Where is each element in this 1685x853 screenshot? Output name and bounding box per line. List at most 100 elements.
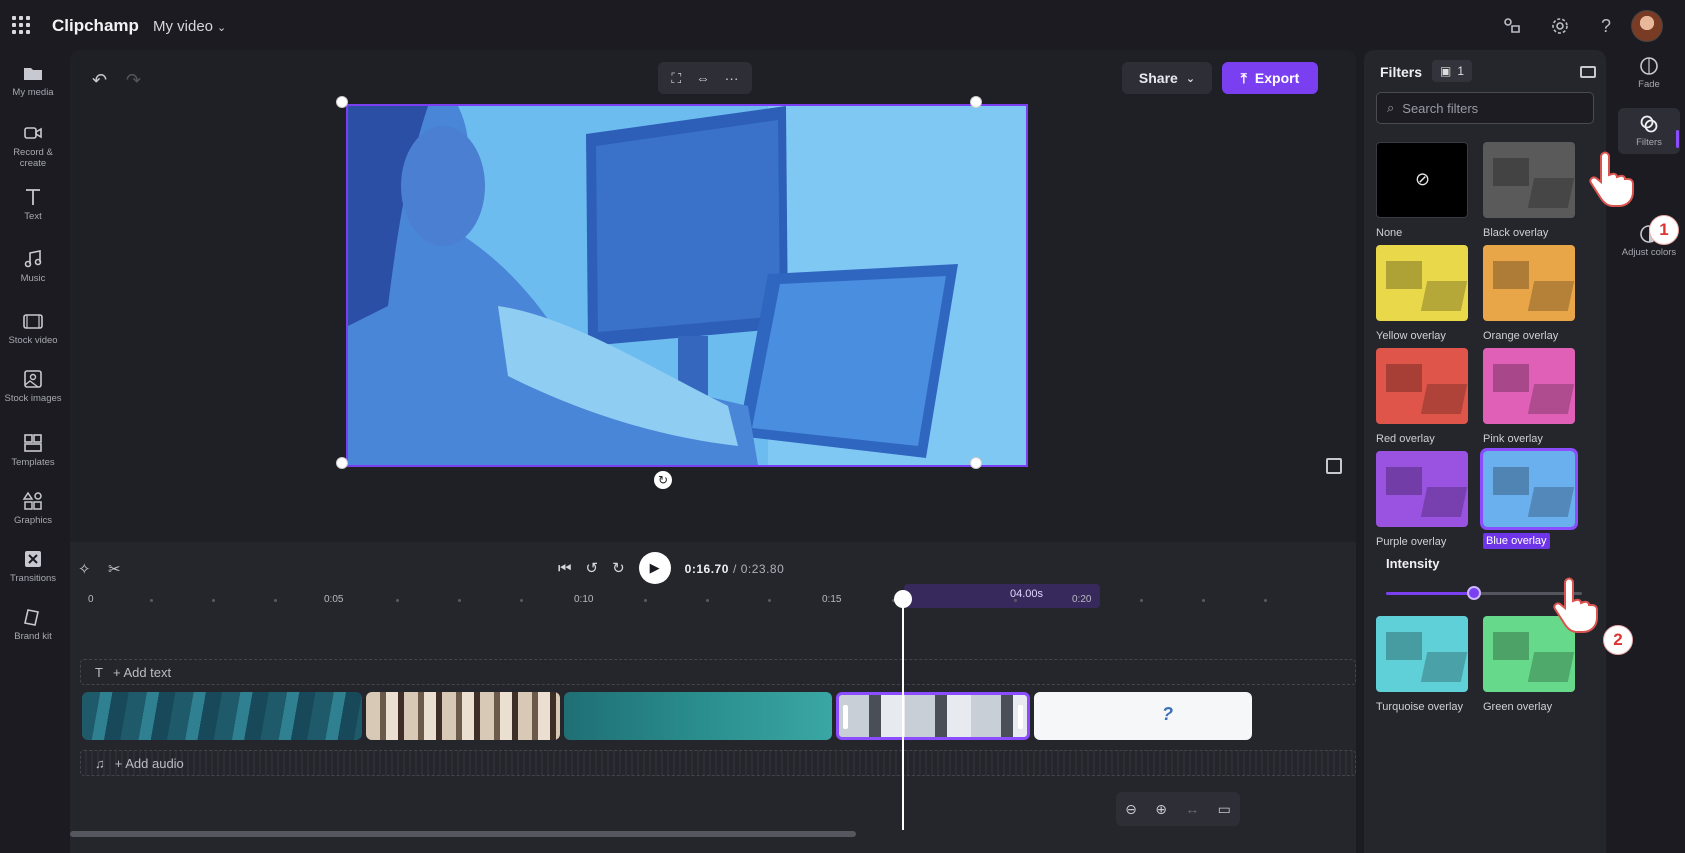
fit-timeline-icon[interactable]: ↔ xyxy=(1185,801,1199,817)
sidebar-item-graphics[interactable]: Graphics xyxy=(0,490,66,526)
rotate-icon[interactable]: ↻ xyxy=(654,471,672,489)
rewind-5-icon[interactable]: ↺ xyxy=(586,559,599,577)
export-label: Export xyxy=(1254,70,1300,86)
redo-icon[interactable]: ↷ xyxy=(126,70,141,91)
clip-graphic-icon: ? xyxy=(1162,704,1173,724)
ruler-tick: 0:10 xyxy=(574,594,594,605)
filter-label: Black overlay xyxy=(1483,227,1549,239)
settings-icon[interactable] xyxy=(1548,14,1572,38)
sidebar-item-text[interactable]: Text xyxy=(0,186,66,222)
more-options-icon[interactable]: ··· xyxy=(725,70,739,86)
timeline-scrollbar[interactable] xyxy=(70,831,856,837)
video-title-dropdown[interactable]: My video ⌄ xyxy=(153,18,226,35)
clipchamp-app: Clipchamp My video ⌄ ? My media Record & … xyxy=(0,0,1685,853)
clip-whats-next[interactable]: ? xyxy=(1034,692,1252,740)
add-audio-track[interactable]: ♫ + Add audio xyxy=(80,750,1356,776)
intensity-slider-thumb[interactable] xyxy=(1467,586,1482,600)
rail-item-filters[interactable]: Filters xyxy=(1618,108,1680,154)
feedback-icon[interactable] xyxy=(1500,14,1524,38)
filter-orange-overlay[interactable]: Orange overlay xyxy=(1483,245,1575,342)
filter-pink-overlay[interactable]: Pink overlay xyxy=(1483,348,1575,445)
filter-purple-overlay[interactable]: Purple overlay xyxy=(1376,451,1468,548)
resize-handle-top-right[interactable] xyxy=(970,96,982,108)
filter-red-overlay[interactable]: Red overlay xyxy=(1376,348,1468,445)
sidebar-item-my-media[interactable]: My media xyxy=(0,62,66,98)
filter-thumbnail xyxy=(1480,448,1578,530)
sidebar-item-label: My media xyxy=(12,87,54,98)
intensity-label: Intensity xyxy=(1386,556,1440,571)
filter-label: Purple overlay xyxy=(1376,536,1447,548)
preview-stage: ↶ ↷ ⛶ ⇔ ··· Share ⌄ ⤒ Export ↻ xyxy=(70,50,1356,542)
zoom-out-icon[interactable]: ⊖ xyxy=(1125,801,1137,818)
video-preview[interactable] xyxy=(346,104,1028,467)
sidebar-item-label: Graphics xyxy=(13,515,52,526)
fullscreen-icon[interactable] xyxy=(1326,458,1342,474)
help-icon[interactable]: ? xyxy=(1594,14,1618,38)
video-track: ? xyxy=(82,692,1356,740)
sidebar-item-brand-kit[interactable]: Brand kit xyxy=(0,606,66,642)
rail-item-label: Adjust colors xyxy=(1621,247,1677,258)
filter-black-overlay[interactable]: Black overlay xyxy=(1483,142,1575,239)
trim-handle-left[interactable] xyxy=(843,705,848,729)
clip-selected-laptop[interactable] xyxy=(836,692,1030,740)
ruler-tick: 0:15 xyxy=(822,594,842,605)
shapes-icon xyxy=(22,491,42,510)
filter-label: Green overlay xyxy=(1483,701,1553,713)
resize-handle-bottom-left[interactable] xyxy=(336,457,348,469)
timeline-ruler[interactable]: 0 0:05 0:10 0:15 0:20 xyxy=(88,590,1356,610)
playhead-handle[interactable] xyxy=(894,590,912,608)
pointer-hand-icon xyxy=(1589,151,1634,207)
clip-teal-graph[interactable] xyxy=(564,692,832,740)
sidebar-item-templates[interactable]: Templates xyxy=(0,432,66,468)
clip-crowd[interactable] xyxy=(366,692,560,740)
trim-handle-right[interactable] xyxy=(1018,705,1023,729)
share-button[interactable]: Share ⌄ xyxy=(1122,62,1212,94)
filter-yellow-overlay[interactable]: Yellow overlay xyxy=(1376,245,1468,342)
crop-icon[interactable]: ⛶ xyxy=(671,70,681,87)
filter-none[interactable]: ⊘ None xyxy=(1376,142,1468,239)
playback-controls: ⏮ ↺ ↻ ▶ 0:16.70 / 0:23.80 xyxy=(558,552,784,584)
sidebar-item-label: Music xyxy=(20,273,46,284)
filter-turquoise-overlay[interactable]: Turquoise overlay xyxy=(1376,616,1468,713)
sidebar-item-label: Transitions xyxy=(9,573,57,584)
fit-icon[interactable]: ⇔ xyxy=(696,70,710,86)
add-text-track[interactable]: T + Add text xyxy=(80,659,1356,685)
sidebar-item-stock-video[interactable]: Stock video xyxy=(0,310,66,346)
collapse-panel-icon[interactable] xyxy=(1580,66,1596,78)
avatar[interactable] xyxy=(1631,10,1663,42)
export-button[interactable]: ⤒ Export xyxy=(1222,62,1318,94)
filter-thumbnail: ⊘ xyxy=(1376,142,1468,218)
sidebar-item-label: Stock video xyxy=(8,335,58,346)
folder-icon xyxy=(24,68,42,80)
resize-handle-bottom-right[interactable] xyxy=(970,457,982,469)
zoom-controls: ⊖ ⊕ ↔ ▭ xyxy=(1116,792,1240,826)
camera-icon xyxy=(24,127,42,139)
search-input[interactable] xyxy=(1402,100,1573,116)
sidebar-item-music[interactable]: Music xyxy=(0,248,66,284)
total-time: / 0:23.80 xyxy=(733,561,785,576)
sidebar-item-stock-images[interactable]: Stock images xyxy=(0,368,66,404)
playhead[interactable] xyxy=(902,594,904,830)
text-icon: T xyxy=(95,664,103,680)
filter-blue-overlay[interactable]: Blue overlay xyxy=(1480,448,1578,549)
play-button[interactable]: ▶ xyxy=(638,552,671,584)
skip-to-start-icon[interactable]: ⏮ xyxy=(558,560,572,577)
app-launcher-icon[interactable] xyxy=(12,16,30,34)
clip-ocean-waves[interactable] xyxy=(82,692,362,740)
applied-count: 1 xyxy=(1457,64,1465,78)
zoom-in-icon[interactable]: ⊕ xyxy=(1155,801,1167,818)
undo-icon[interactable]: ↶ xyxy=(92,70,107,91)
step-badge-2: 2 xyxy=(1603,625,1633,655)
magic-tool-icon[interactable]: ✧ xyxy=(78,560,91,578)
sidebar-item-transitions[interactable]: Transitions xyxy=(0,548,66,584)
search-filters-field[interactable]: ⌕ xyxy=(1376,92,1594,124)
sidebar-item-record-create[interactable]: Record & create xyxy=(0,122,66,169)
resize-handle-top-left[interactable] xyxy=(336,96,348,108)
filter-thumbnail xyxy=(1376,616,1468,692)
timeline-settings-icon[interactable]: ▭ xyxy=(1218,801,1231,818)
music-icon: ♫ xyxy=(95,755,105,771)
forward-5-icon[interactable]: ↻ xyxy=(612,559,625,577)
rail-item-fade[interactable]: Fade xyxy=(1618,56,1680,90)
applied-count-badge: ▣ 1 xyxy=(1432,60,1473,82)
scissors-icon[interactable]: ✂ xyxy=(108,560,121,578)
